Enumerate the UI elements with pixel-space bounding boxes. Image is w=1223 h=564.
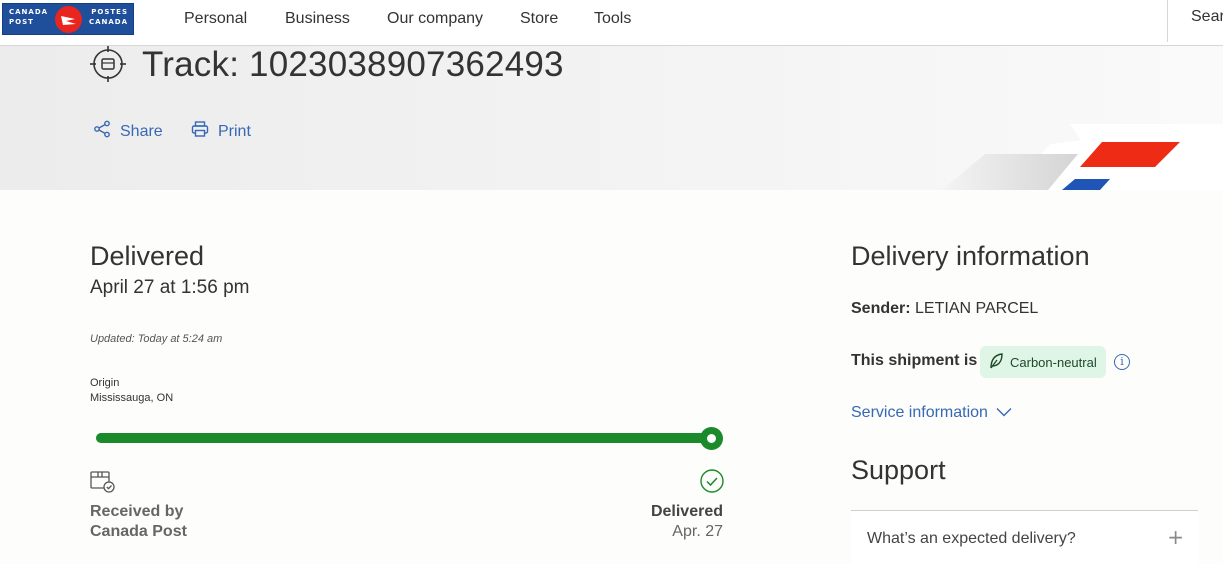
nav-store[interactable]: Store [520, 10, 558, 28]
progress-end-marker [700, 427, 723, 450]
nav-tools[interactable]: Tools [594, 10, 631, 28]
service-information-toggle[interactable]: Service information [851, 404, 1012, 422]
step-received-line2: Canada Post [90, 523, 187, 540]
step-delivered-date: Apr. 27 [672, 523, 723, 540]
share-label: Share [120, 122, 163, 140]
nav-divider [1167, 0, 1168, 42]
nav-personal[interactable]: Personal [184, 10, 247, 28]
search-button[interactable]: Sear [1191, 8, 1223, 26]
support-title: Support [851, 455, 946, 485]
print-label: Print [218, 122, 251, 140]
chevron-down-icon [996, 404, 1012, 422]
plus-icon: + [1167, 525, 1184, 549]
step-received-line1: Received by [90, 503, 184, 520]
package-icon [90, 470, 116, 499]
status-date: April 27 at 1:56 pm [90, 277, 250, 298]
service-information-label: Service information [851, 404, 988, 421]
top-navigation: CANADA POST POSTES CANADA Personal Busin… [0, 0, 1223, 46]
logo-eagle-icon [55, 6, 82, 33]
logo-text-left: CANADA POST [9, 8, 49, 26]
nav-our-company[interactable]: Our company [387, 10, 483, 28]
share-button[interactable]: Share [93, 120, 163, 143]
shipment-label: This shipment is [851, 352, 978, 369]
sender-row: Sender: LETIAN PARCEL [851, 299, 1038, 319]
info-icon[interactable]: i [1114, 354, 1130, 370]
status-title: Delivered [90, 241, 205, 271]
tracking-header: Track: 1023038907362493 Share Print [0, 46, 1223, 190]
tracking-target-icon [90, 46, 126, 82]
page-title: Track: 1023038907362493 [142, 46, 564, 84]
faq-item-expected-delivery[interactable]: What’s an expected delivery? + [851, 511, 1198, 564]
delivery-progress-bar [96, 433, 712, 443]
sender-value: LETIAN PARCEL [915, 300, 1039, 317]
print-button[interactable]: Print [191, 120, 251, 143]
faq-question: What’s an expected delivery? [867, 530, 1076, 547]
canada-post-logo[interactable]: CANADA POST POSTES CANADA [2, 3, 134, 35]
logo-text-right: POSTES CANADA [88, 8, 128, 26]
printer-icon [191, 120, 209, 143]
updated-timestamp: Updated: Today at 5:24 am [90, 333, 223, 345]
delivery-info-title: Delivery information [851, 241, 1090, 271]
sender-label: Sender: [851, 300, 911, 317]
leaf-icon [988, 352, 1004, 373]
check-circle-icon [700, 469, 724, 498]
carbon-neutral-badge: Carbon-neutral [980, 346, 1106, 378]
step-delivered-label: Delivered [650, 503, 723, 520]
origin-label: Origin [90, 377, 120, 389]
origin-value: Mississauga, ON [90, 392, 174, 404]
share-icon [93, 120, 111, 143]
nav-business[interactable]: Business [285, 10, 350, 28]
progress-fill [96, 433, 712, 443]
badge-label: Carbon-neutral [1010, 354, 1097, 370]
